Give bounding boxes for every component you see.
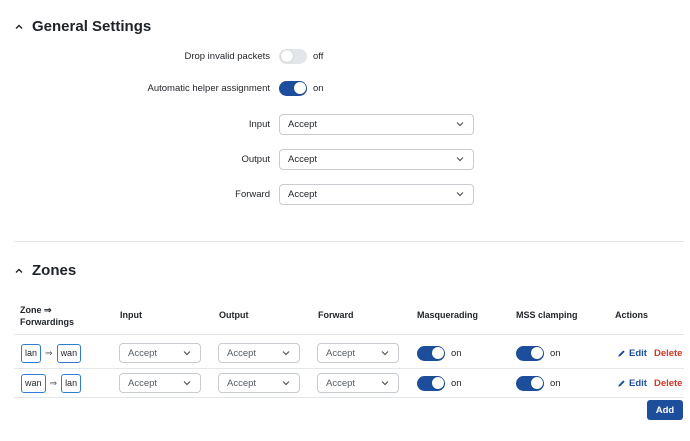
edit-button[interactable]: Edit [617, 348, 647, 359]
delete-button[interactable]: Delete [654, 348, 683, 359]
zone-to-badge: wan [56, 343, 82, 363]
section-divider [14, 241, 684, 242]
row-input-select[interactable]: Accept [119, 343, 201, 363]
col-input: Input [120, 310, 142, 320]
section-title: General Settings [32, 18, 152, 35]
input-row: Input Accept [0, 112, 690, 136]
table-row: lan ⇒ wan Accept Accept Accept on on Edi… [14, 338, 684, 368]
masquerading-toggle[interactable] [417, 345, 445, 361]
forward-label: Forward [235, 188, 270, 200]
mss-clamping-state: on [550, 377, 561, 389]
col-actions: Actions [615, 310, 649, 320]
zone-to-badge: lan [61, 373, 82, 393]
row-forward-select[interactable]: Accept [317, 343, 399, 363]
row-forward-value: Accept [326, 377, 356, 389]
chevron-down-icon [381, 381, 389, 386]
auto-helper-row: Automatic helper assignment on [0, 76, 690, 100]
chevron-down-icon [183, 351, 191, 356]
chevron-down-icon [282, 351, 290, 356]
chevron-down-icon [183, 381, 191, 386]
output-row: Output Accept [0, 147, 690, 171]
row-forward-value: Accept [326, 347, 356, 359]
drop-invalid-state: off [313, 50, 324, 62]
auto-helper-toggle[interactable] [279, 80, 307, 96]
pencil-icon [618, 349, 625, 357]
chevron-up-icon[interactable] [14, 266, 24, 276]
forward-select[interactable]: Accept [279, 183, 474, 205]
mss-clamping-toggle[interactable] [516, 345, 544, 361]
drop-invalid-label: Drop invalid packets [184, 50, 270, 62]
col-mss-clamping: MSS clamping [516, 310, 578, 320]
col-forward: Forward [318, 310, 354, 320]
row-output-select[interactable]: Accept [218, 373, 300, 393]
chevron-down-icon [456, 122, 464, 127]
auto-helper-state: on [313, 82, 324, 94]
drop-invalid-toggle[interactable] [279, 48, 307, 64]
input-label: Input [248, 118, 270, 130]
forward-arrow: ⇒ [45, 347, 53, 358]
row-divider [14, 397, 684, 398]
row-forward-select[interactable]: Accept [317, 373, 399, 393]
row-output-value: Accept [227, 347, 257, 359]
input-select[interactable]: Accept [279, 113, 474, 135]
drop-invalid-row: Drop invalid packets off [0, 44, 690, 68]
section-title: Zones [32, 262, 77, 279]
masquerading-toggle[interactable] [417, 375, 445, 391]
masquerading-state: on [451, 347, 462, 359]
row-output-select[interactable]: Accept [218, 343, 300, 363]
col-output: Output [219, 310, 249, 320]
chevron-down-icon [282, 381, 290, 386]
row-input-value: Accept [128, 377, 158, 389]
row-input-value: Accept [128, 347, 158, 359]
zone-from-badge: wan [21, 373, 46, 393]
zones-header[interactable]: Zones [14, 262, 76, 279]
general-settings-header[interactable]: General Settings [14, 18, 151, 35]
table-header-divider [14, 334, 684, 335]
row-output-value: Accept [227, 377, 257, 389]
chevron-down-icon [456, 157, 464, 162]
table-row: wan ⇒ lan Accept Accept Accept on on Edi… [14, 368, 684, 398]
row-input-select[interactable]: Accept [119, 373, 201, 393]
mss-clamping-toggle[interactable] [516, 375, 544, 391]
chevron-down-icon [456, 192, 464, 197]
edit-label: Edit [629, 377, 647, 389]
forward-arrow: ⇒ [49, 377, 58, 388]
masquerading-state: on [451, 377, 462, 389]
output-label: Output [241, 153, 270, 165]
pencil-icon [618, 379, 625, 387]
forward-select-value: Accept [288, 188, 318, 200]
col-masquerading: Masquerading [417, 310, 479, 320]
auto-helper-label: Automatic helper assignment [147, 82, 270, 94]
zone-from-badge: lan [21, 343, 42, 363]
output-select-value: Accept [288, 153, 318, 165]
input-select-value: Accept [288, 118, 318, 130]
mss-clamping-state: on [550, 347, 561, 359]
chevron-up-icon[interactable] [14, 22, 24, 32]
add-button[interactable]: Add [647, 400, 683, 420]
edit-button[interactable]: Edit [617, 378, 647, 389]
col-zone-forwardings: Zone ⇒ Forwardings [20, 305, 75, 327]
chevron-down-icon [381, 351, 389, 356]
forward-row: Forward Accept [0, 182, 690, 206]
edit-label: Edit [629, 347, 647, 359]
output-select[interactable]: Accept [279, 148, 474, 170]
delete-button[interactable]: Delete [654, 378, 683, 389]
